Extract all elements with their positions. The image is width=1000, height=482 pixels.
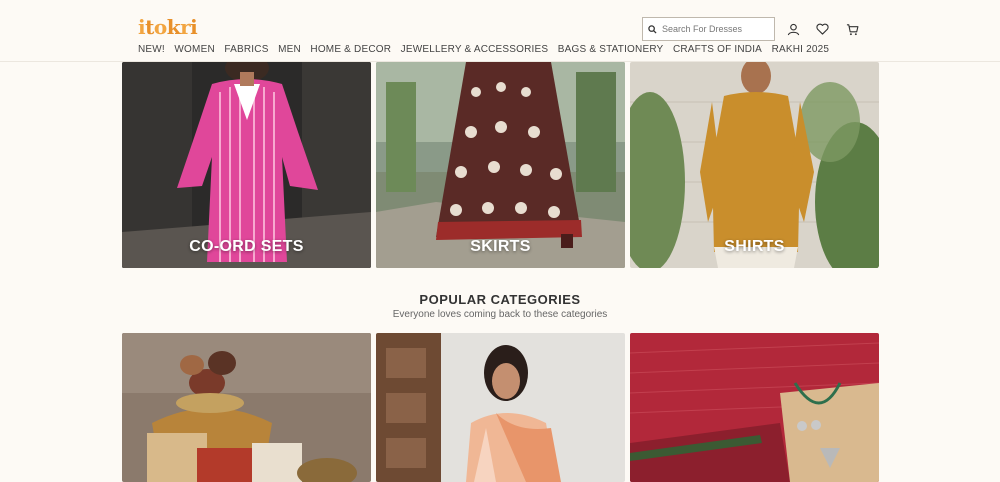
fabrics-photo <box>122 333 371 482</box>
tile-label: CO-ORD SETS <box>189 238 304 255</box>
nav-item-fabrics[interactable]: FABRICS <box>224 44 268 55</box>
popular-categories-title: POPULAR CATEGORIES <box>419 292 581 307</box>
account-icon[interactable] <box>786 22 800 36</box>
search-box[interactable] <box>642 17 775 41</box>
category-tile-handloom[interactable] <box>630 333 879 482</box>
handloom-photo <box>630 333 879 482</box>
tile-shirts[interactable]: SHIRTS <box>630 62 879 268</box>
category-tile-sarees[interactable] <box>376 333 625 482</box>
search-icon <box>648 24 657 34</box>
search-input[interactable] <box>662 24 772 34</box>
tile-skirts[interactable]: SKIRTS <box>376 62 625 268</box>
nav-item-bags-stationery[interactable]: BAGS & STATIONERY <box>558 44 664 55</box>
nav-item-jewellery-accessories[interactable]: JEWELLERY & ACCESSORIES <box>401 44 549 55</box>
tile-label: SKIRTS <box>470 238 531 255</box>
popular-categories-subtitle: Everyone loves coming back to these cate… <box>392 309 608 320</box>
nav-item-crafts-of-india[interactable]: CRAFTS OF INDIA <box>673 44 762 55</box>
nav-item-new[interactable]: NEW! <box>138 44 165 55</box>
tile-label: SHIRTS <box>724 238 785 255</box>
site-logo[interactable]: itokri <box>138 15 198 39</box>
cart-icon[interactable] <box>845 22 859 36</box>
sarees-photo <box>376 333 625 482</box>
main-nav: NEW! WOMEN FABRICS MEN HOME & DECOR JEWE… <box>138 44 829 55</box>
tile-co-ord-sets[interactable]: CO-ORD SETS <box>122 62 371 268</box>
nav-item-home-decor[interactable]: HOME & DECOR <box>310 44 391 55</box>
category-tile-fabrics[interactable] <box>122 333 371 482</box>
nav-item-men[interactable]: MEN <box>278 44 301 55</box>
nav-item-rakhi-2025[interactable]: RAKHI 2025 <box>772 44 830 55</box>
nav-item-women[interactable]: WOMEN <box>174 44 214 55</box>
site-header: itokri NEW! WOMEN FABRICS MEN HOME & DEC… <box>0 0 1000 62</box>
wishlist-icon[interactable] <box>815 22 829 36</box>
